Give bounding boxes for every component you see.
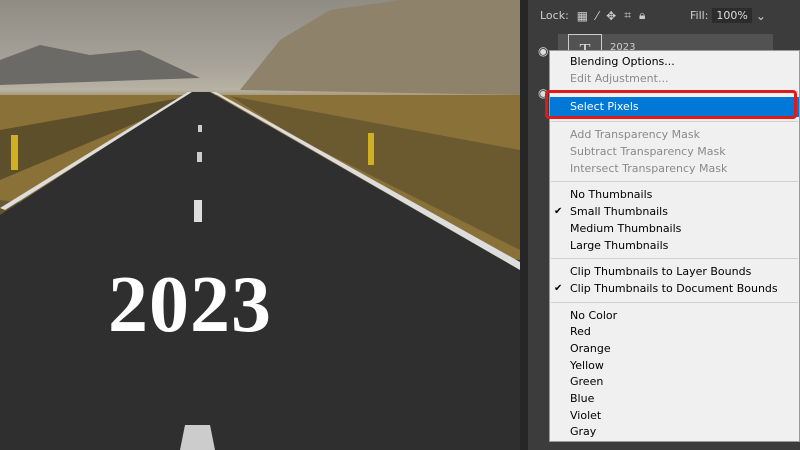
menu-item-orange[interactable]: Orange [550, 341, 799, 358]
menu-item-add-transparency-mask[interactable]: Add Transparency Mask [550, 127, 799, 144]
menu-separator [551, 181, 798, 183]
fill-input[interactable]: 100% [712, 8, 752, 23]
menu-item-label: Intersect Transparency Mask [570, 161, 728, 175]
lock-artboard-icon[interactable]: ⌗ [624, 8, 631, 23]
menu-item-medium-thumbnails[interactable]: Medium Thumbnails [550, 221, 799, 238]
menu-item-label: Edit Adjustment... [570, 71, 669, 85]
menu-item-violet[interactable]: Violet [550, 408, 799, 425]
eye-icon[interactable]: ◉ [538, 44, 548, 58]
menu-item-red[interactable]: Red [550, 324, 799, 341]
menu-item-label: Subtract Transparency Mask [570, 145, 726, 159]
menu-separator [551, 121, 798, 123]
menu-item-label: Yellow [570, 358, 604, 372]
menu-item-label: Orange [570, 341, 611, 355]
menu-item-clip-thumbnails-to-layer-bounds[interactable]: Clip Thumbnails to Layer Bounds [550, 264, 799, 281]
menu-item-yellow[interactable]: Yellow [550, 358, 799, 375]
menu-item-label: Blue [570, 392, 595, 405]
lock-transparent-pixels-icon[interactable]: ▦ [577, 9, 588, 23]
menu-item-label: No Color [570, 308, 618, 322]
menu-item-intersect-transparency-mask[interactable]: Intersect Transparency Mask [550, 161, 799, 178]
menu-item-label: Blending Options... [570, 55, 675, 68]
menu-item-label: No Thumbnails [570, 188, 653, 202]
chevron-down-icon[interactable]: ⌄ [756, 9, 766, 23]
menu-separator [551, 258, 798, 260]
menu-item-label: Medium Thumbnails [570, 221, 682, 235]
road-photo [0, 0, 520, 450]
menu-item-label: Clip Thumbnails to Document Bounds [570, 281, 778, 295]
menu-item-blending-options[interactable]: Blending Options... [550, 54, 799, 71]
menu-separator [551, 301, 798, 303]
lock-image-pixels-brush-icon[interactable]: ⁄ [596, 9, 598, 23]
menu-item-label: Red [570, 325, 591, 339]
canvas-text-2023: 2023 [108, 261, 272, 349]
menu-item-label: Small Thumbnails [570, 205, 668, 219]
menu-item-small-thumbnails[interactable]: ✔ Small Thumbnails [550, 204, 799, 221]
menu-item-edit-adjustment[interactable]: Edit Adjustment... [550, 71, 799, 88]
menu-item-blue[interactable]: Blue [550, 391, 799, 408]
menu-item-large-thumbnails[interactable]: Large Thumbnails [550, 238, 799, 255]
fill-control: Fill: 100% ⌄ [690, 8, 766, 23]
menu-item-label: Clip Thumbnails to Layer Bounds [570, 265, 752, 279]
menu-item-label: Add Transparency Mask [570, 128, 700, 142]
menu-item-label: Large Thumbnails [570, 238, 669, 252]
menu-item-no-thumbnails[interactable]: No Thumbnails [550, 187, 799, 204]
fill-label: Fill: [690, 9, 709, 22]
menu-item-label: Violet [570, 408, 602, 422]
lock-position-move-icon[interactable]: ✥ [606, 9, 616, 23]
menu-item-subtract-transparency-mask[interactable]: Subtract Transparency Mask [550, 144, 799, 161]
annotation-highlight-box [545, 90, 797, 119]
document-canvas[interactable]: 2023 [0, 0, 520, 450]
lock-label: Lock: [540, 9, 569, 22]
checkmark-icon: ✔ [554, 282, 563, 294]
menu-item-clip-thumbnails-to-document-bounds[interactable]: ✔ Clip Thumbnails to Document Bounds [550, 281, 799, 298]
lock-all-icon[interactable]: 🔒︎ [639, 8, 645, 23]
lock-bar: Lock: ▦ ⁄ ✥ ⌗ 🔒︎ [540, 8, 645, 23]
checkmark-icon: ✔ [554, 206, 563, 218]
menu-item-gray[interactable]: Gray [550, 424, 799, 441]
menu-item-no-color[interactable]: No Color [550, 308, 799, 325]
menu-item-label: Green [570, 375, 604, 389]
menu-item-green[interactable]: Green [550, 374, 799, 391]
menu-item-label: Gray [570, 425, 597, 439]
